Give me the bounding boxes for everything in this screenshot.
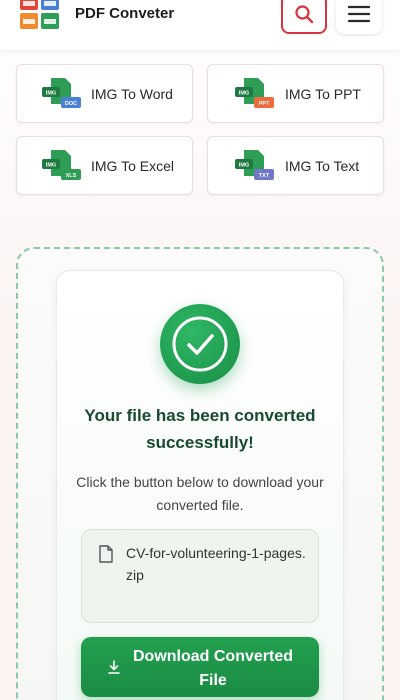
img-to-excel-icon: IMG XLS	[42, 150, 81, 180]
img-to-text-icon: IMG TXT	[235, 150, 274, 180]
menu-button[interactable]	[336, 0, 382, 34]
tool-label: IMG To Excel	[91, 158, 174, 174]
img-to-ppt-icon: IMG PPT	[235, 78, 274, 108]
svg-text:IMG: IMG	[46, 91, 56, 97]
svg-text:IMG: IMG	[239, 163, 249, 169]
svg-text:IMG: IMG	[46, 163, 56, 169]
converted-file-name: CV-for-volunteering-1-pages.zip	[126, 545, 306, 583]
img-to-word-icon: IMG DOC	[42, 78, 81, 108]
success-description: Click the button below to download your …	[76, 474, 324, 513]
tool-label: IMG To PPT	[285, 86, 361, 102]
download-icon	[108, 660, 120, 674]
download-button-label: Download Converted File	[132, 648, 293, 689]
success-title: Your file has been converted successfull…	[84, 406, 316, 452]
search-button[interactable]	[281, 0, 327, 34]
svg-text:IMG: IMG	[239, 91, 249, 97]
check-circle-icon	[172, 316, 228, 372]
svg-text:PPT: PPT	[259, 101, 270, 107]
app-logo-icon[interactable]	[18, 0, 62, 32]
app-header: PDF Conveter	[0, 0, 400, 50]
app-title: PDF Conveter	[75, 5, 175, 22]
tool-card-img-to-text[interactable]: IMG TXT IMG To Text	[207, 136, 384, 195]
search-icon	[295, 5, 314, 24]
svg-text:TXT: TXT	[259, 173, 270, 179]
tool-card-img-to-word[interactable]: IMG DOC IMG To Word	[16, 64, 193, 123]
svg-text:XLS: XLS	[66, 173, 77, 179]
success-badge	[160, 304, 240, 384]
file-icon	[99, 545, 113, 563]
tool-card-img-to-ppt[interactable]: IMG PPT IMG To PPT	[207, 64, 384, 123]
tool-card-img-to-excel[interactable]: IMG XLS IMG To Excel	[16, 136, 193, 195]
tool-label: IMG To Text	[285, 158, 360, 174]
tool-label: IMG To Word	[91, 86, 173, 102]
hamburger-menu-icon	[348, 5, 370, 23]
svg-text:DOC: DOC	[65, 101, 77, 107]
